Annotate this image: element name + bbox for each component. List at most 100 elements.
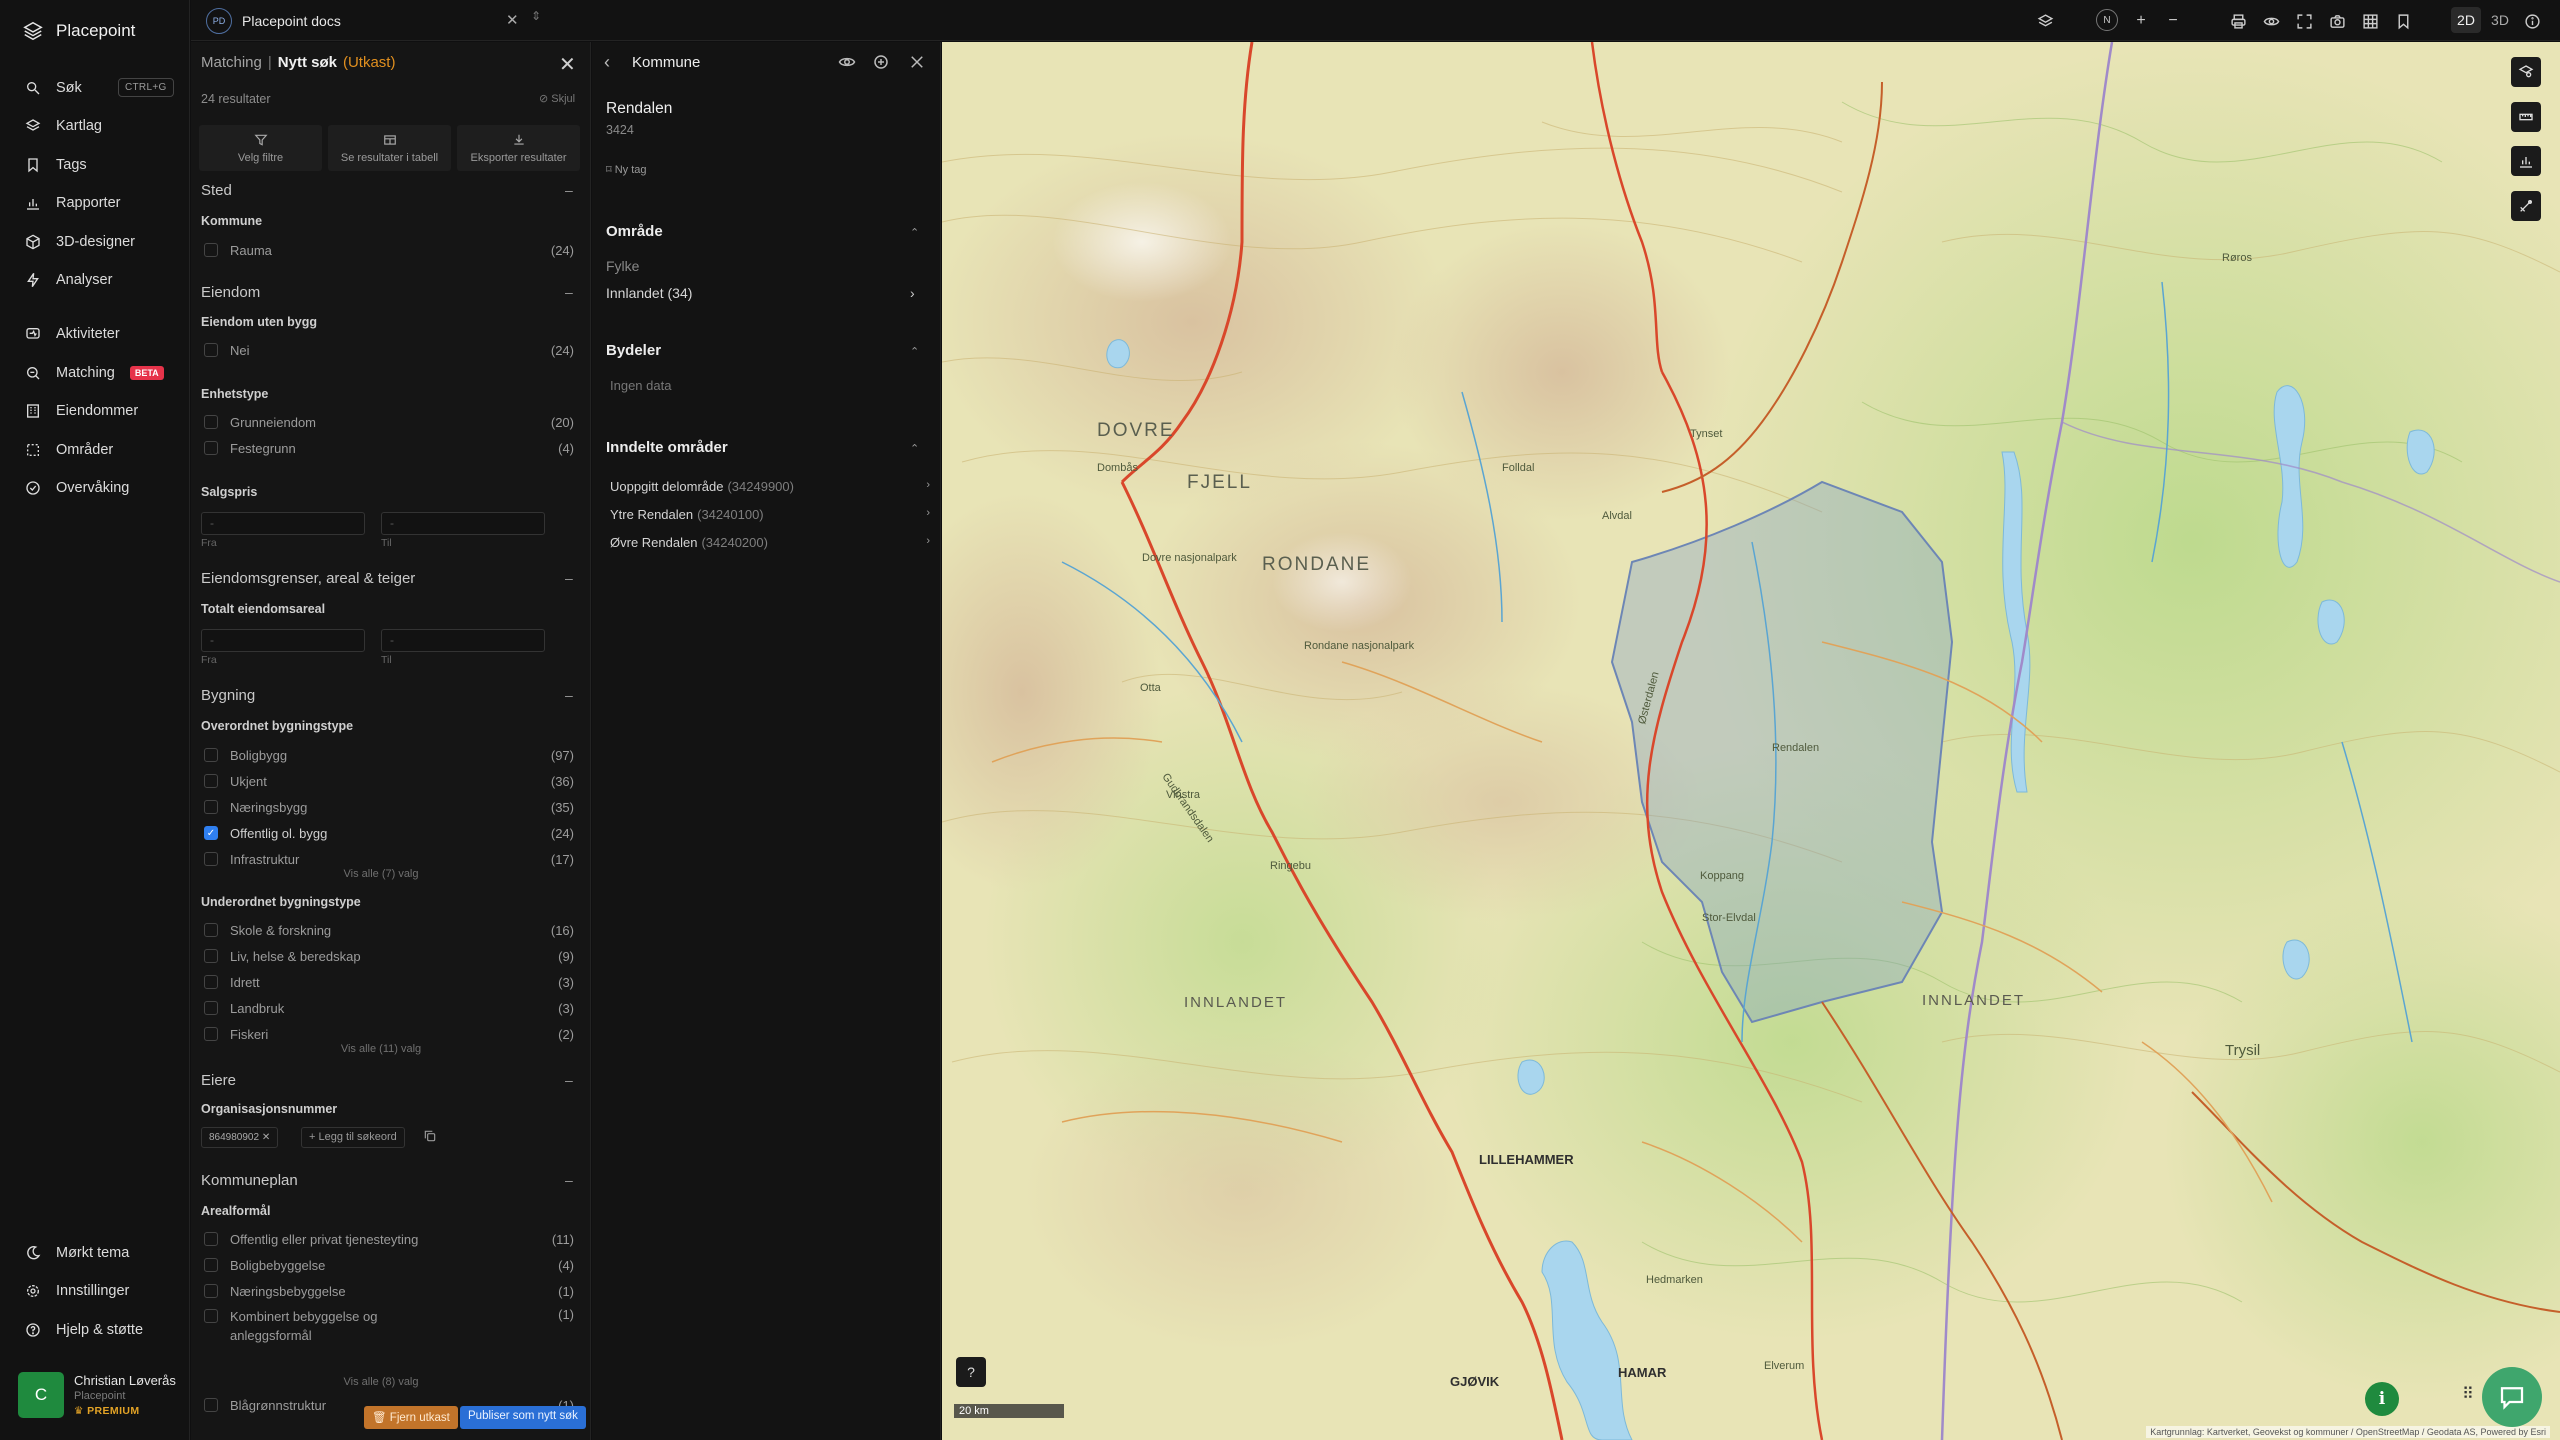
remove-draft-button[interactable]: 🗑 Fjern utkast xyxy=(364,1406,458,1429)
new-tag-button[interactable]: ⌑ Ny tag xyxy=(606,163,647,176)
checkbox-checked[interactable] xyxy=(204,826,218,840)
checkbox-row[interactable]: Infrastruktur (17) xyxy=(204,849,574,869)
collapse-icon[interactable]: – xyxy=(565,1172,573,1188)
section-kommuneplan[interactable]: Kommuneplan xyxy=(201,1172,298,1189)
brand[interactable]: Placepoint xyxy=(22,20,135,42)
section-bygning[interactable]: Bygning xyxy=(201,687,255,704)
checkbox-row[interactable]: Nei (24) xyxy=(204,340,574,360)
price-to-input[interactable]: - xyxy=(381,512,545,535)
sidebar-item-omrader[interactable]: Områder xyxy=(25,438,113,462)
collapse-icon[interactable]: – xyxy=(565,1072,573,1088)
remove-chip-icon[interactable]: ✕ xyxy=(259,1132,270,1143)
close-icon[interactable] xyxy=(908,53,926,71)
section-eiendom[interactable]: Eiendom xyxy=(201,284,260,301)
chevron-up-icon[interactable]: ⌃ xyxy=(910,226,919,239)
checkbox[interactable] xyxy=(204,1398,218,1412)
chevron-right-icon[interactable]: › xyxy=(910,285,915,301)
show-all-link[interactable]: Vis alle (8) valg xyxy=(191,1376,571,1388)
checkbox-row[interactable]: Liv, helse & beredskap (9) xyxy=(204,946,574,966)
layer-search-button[interactable] xyxy=(2511,57,2541,87)
show-all-link[interactable]: Vis alle (11) valg xyxy=(191,1043,571,1055)
checkbox[interactable] xyxy=(204,774,218,788)
area-to-input[interactable]: - xyxy=(381,629,545,652)
checkbox-row[interactable]: Boligbebyggelse (4) xyxy=(204,1255,574,1275)
sidebar-item-overvaking[interactable]: Overvåking xyxy=(25,476,129,500)
checkbox-row[interactable]: Boligbygg (97) xyxy=(204,745,574,765)
checkbox[interactable] xyxy=(204,415,218,429)
hide-toggle[interactable]: ⊘ Skjul xyxy=(539,92,575,105)
breadcrumb[interactable]: Matching xyxy=(201,54,262,71)
keyword-chip[interactable]: 864980902 ✕ xyxy=(201,1127,279,1148)
fullscreen-icon[interactable] xyxy=(2294,11,2314,31)
elevation-profile-button[interactable] xyxy=(2511,146,2541,176)
fylke-link[interactable]: Innlandet (34) xyxy=(606,285,692,301)
add-keyword-button[interactable]: + Legg til søkeord xyxy=(301,1127,405,1148)
eye-icon[interactable] xyxy=(838,53,856,71)
copy-icon[interactable] xyxy=(423,1129,437,1143)
section-eiere[interactable]: Eiere xyxy=(201,1072,236,1089)
checkbox[interactable] xyxy=(204,441,218,455)
checkbox-row[interactable]: Festegrunn (4) xyxy=(204,438,574,458)
section-grenser[interactable]: Eiendomsgrenser, areal & teiger xyxy=(201,570,415,587)
checkbox[interactable] xyxy=(204,852,218,866)
clear-doc-icon[interactable]: ✕ xyxy=(506,11,519,29)
checkbox[interactable] xyxy=(204,1232,218,1246)
eye-icon[interactable] xyxy=(2261,11,2281,31)
checkbox-row[interactable]: Offentlig ol. bygg (24) xyxy=(204,823,574,843)
sidebar-item-matching[interactable]: Matching BETA xyxy=(25,361,164,385)
checkbox[interactable] xyxy=(204,1284,218,1298)
list-item[interactable]: Ytre Rendalen (34240100) › xyxy=(610,507,930,522)
section-inndelte[interactable]: Inndelte områder xyxy=(606,439,728,456)
checkbox[interactable] xyxy=(204,949,218,963)
checkbox[interactable] xyxy=(204,800,218,814)
map-canvas[interactable]: DOVRE FJELL RONDANE INNLANDET INNLANDET … xyxy=(942,42,2560,1440)
checkbox-row[interactable]: Næringsbygg (35) xyxy=(204,797,574,817)
target-icon[interactable] xyxy=(872,53,890,71)
checkbox[interactable] xyxy=(204,1027,218,1041)
checkbox-row[interactable]: Idrett (3) xyxy=(204,972,574,992)
list-item[interactable]: Øvre Rendalen (34240200) › xyxy=(610,535,930,550)
publish-button[interactable]: Publiser som nytt søk xyxy=(460,1406,586,1429)
sidebar-item-help[interactable]: Hjelp & støtte xyxy=(25,1318,143,1342)
checkbox-row[interactable]: Næringsbebyggelse (1) xyxy=(204,1281,574,1301)
zoom-out-icon[interactable]: − xyxy=(2163,11,2183,31)
show-all-link[interactable]: Vis alle (7) valg xyxy=(191,868,571,880)
grid-icon[interactable] xyxy=(2360,11,2380,31)
checkbox[interactable] xyxy=(204,1309,218,1323)
sidebar-item-dark-theme[interactable]: Mørkt tema xyxy=(25,1241,129,1265)
collapse-icon[interactable]: – xyxy=(565,284,573,300)
checkbox[interactable] xyxy=(204,1001,218,1015)
sidebar-item-kartlag[interactable]: Kartlag xyxy=(25,114,102,138)
zoom-in-icon[interactable]: + xyxy=(2131,11,2151,31)
map-help-button[interactable]: ? xyxy=(956,1357,986,1387)
chevron-up-icon[interactable]: ⌃ xyxy=(910,345,919,358)
collapse-icon[interactable]: – xyxy=(565,570,573,586)
measure-button[interactable] xyxy=(2511,102,2541,132)
drag-handle-icon[interactable]: ⠿ xyxy=(2462,1384,2474,1404)
document-selector[interactable]: PD Placepoint docs ✕ ⇕ xyxy=(206,7,726,35)
print-icon[interactable] xyxy=(2228,11,2248,31)
sidebar-item-analyser[interactable]: Analyser xyxy=(25,268,112,292)
collapse-icon[interactable]: – xyxy=(565,687,573,703)
mode-2d-button[interactable]: 2D xyxy=(2451,7,2481,33)
chevron-up-icon[interactable]: ⌃ xyxy=(910,442,919,455)
checkbox[interactable] xyxy=(204,923,218,937)
checkbox[interactable] xyxy=(204,343,218,357)
section-omrade[interactable]: Område xyxy=(606,223,663,240)
checkbox-row[interactable]: Rauma (24) xyxy=(204,240,574,260)
info-button[interactable]: i xyxy=(2365,1382,2399,1416)
sidebar-item-settings[interactable]: Innstillinger xyxy=(25,1279,129,1303)
area-from-input[interactable]: - xyxy=(201,629,365,652)
checkbox[interactable] xyxy=(204,975,218,989)
sidebar-item-tags[interactable]: Tags xyxy=(25,153,87,177)
checkbox-row[interactable]: Fiskeri (2) xyxy=(204,1024,574,1044)
compass-icon[interactable]: N xyxy=(2096,9,2118,31)
chevron-updown-icon[interactable]: ⇕ xyxy=(531,9,541,23)
checkbox-row[interactable]: Grunneiendom (20) xyxy=(204,412,574,432)
checkbox-row[interactable]: Landbruk (3) xyxy=(204,998,574,1018)
checkbox-row[interactable]: Kombinert bebyggelse og anleggsformål (1) xyxy=(204,1307,574,1345)
chat-button[interactable] xyxy=(2482,1367,2542,1427)
checkbox[interactable] xyxy=(204,1258,218,1272)
checkbox[interactable] xyxy=(204,243,218,257)
section-sted[interactable]: Sted xyxy=(201,182,232,199)
